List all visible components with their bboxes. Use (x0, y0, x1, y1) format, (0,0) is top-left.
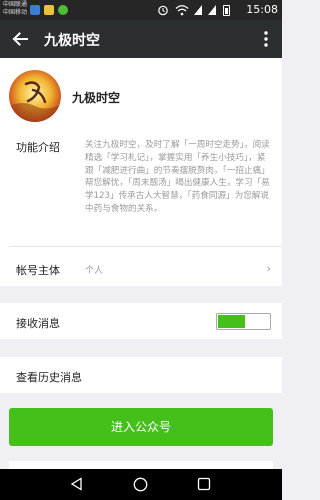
signal-icon-2 (208, 5, 216, 15)
next-section-card (9, 461, 273, 469)
page-title: 九极时空 (44, 33, 100, 49)
account-name: 九极时空 (72, 91, 121, 105)
more-options-icon[interactable] (264, 31, 268, 47)
account-owner-row[interactable]: 帐号主体 (0, 247, 282, 286)
toggle-on-fill (218, 315, 245, 328)
chevron-right-icon: › (266, 262, 271, 275)
nav-back-icon[interactable] (70, 477, 84, 491)
nav-home-icon[interactable] (133, 477, 148, 492)
function-intro-label: 功能介绍 (16, 141, 60, 154)
account-owner-label: 帐号主体 (16, 264, 60, 277)
system-nav-bar (0, 469, 282, 500)
wifi-icon (175, 5, 189, 16)
app-bar: 九极时空 (0, 20, 282, 58)
back-arrow-icon[interactable] (9, 28, 31, 50)
carrier-info: 中国联通 中国移动 (3, 1, 27, 17)
battery-icon (223, 5, 230, 16)
clock: 15:08 (246, 3, 278, 16)
account-avatar (9, 70, 61, 122)
receive-messages-label: 接收消息 (16, 317, 60, 330)
account-logo-icon (9, 70, 61, 122)
alarm-icon (158, 5, 168, 16)
wechat-notification-icon (58, 5, 68, 15)
signal-icon-1 (194, 5, 202, 15)
receive-messages-toggle[interactable] (216, 313, 271, 330)
carrier-1: 中国联通 (3, 1, 28, 8)
enter-account-button[interactable]: 进入公众号 (9, 408, 273, 446)
view-history-label: 查看历史消息 (16, 371, 82, 384)
notification-app-icon (30, 5, 40, 15)
function-intro-text: 关注九极时空，及时了解「一周时空走势」，阅读精选「学习札记」，掌握实用「养生小技… (85, 140, 270, 214)
status-bar: 中国联通 中国移动 15:08 (0, 0, 282, 20)
carrier-2: 中国移动 (3, 9, 28, 16)
notification-app-icon (44, 5, 54, 15)
nav-recents-icon[interactable] (197, 477, 211, 491)
account-owner-value: 个人 (85, 266, 104, 276)
